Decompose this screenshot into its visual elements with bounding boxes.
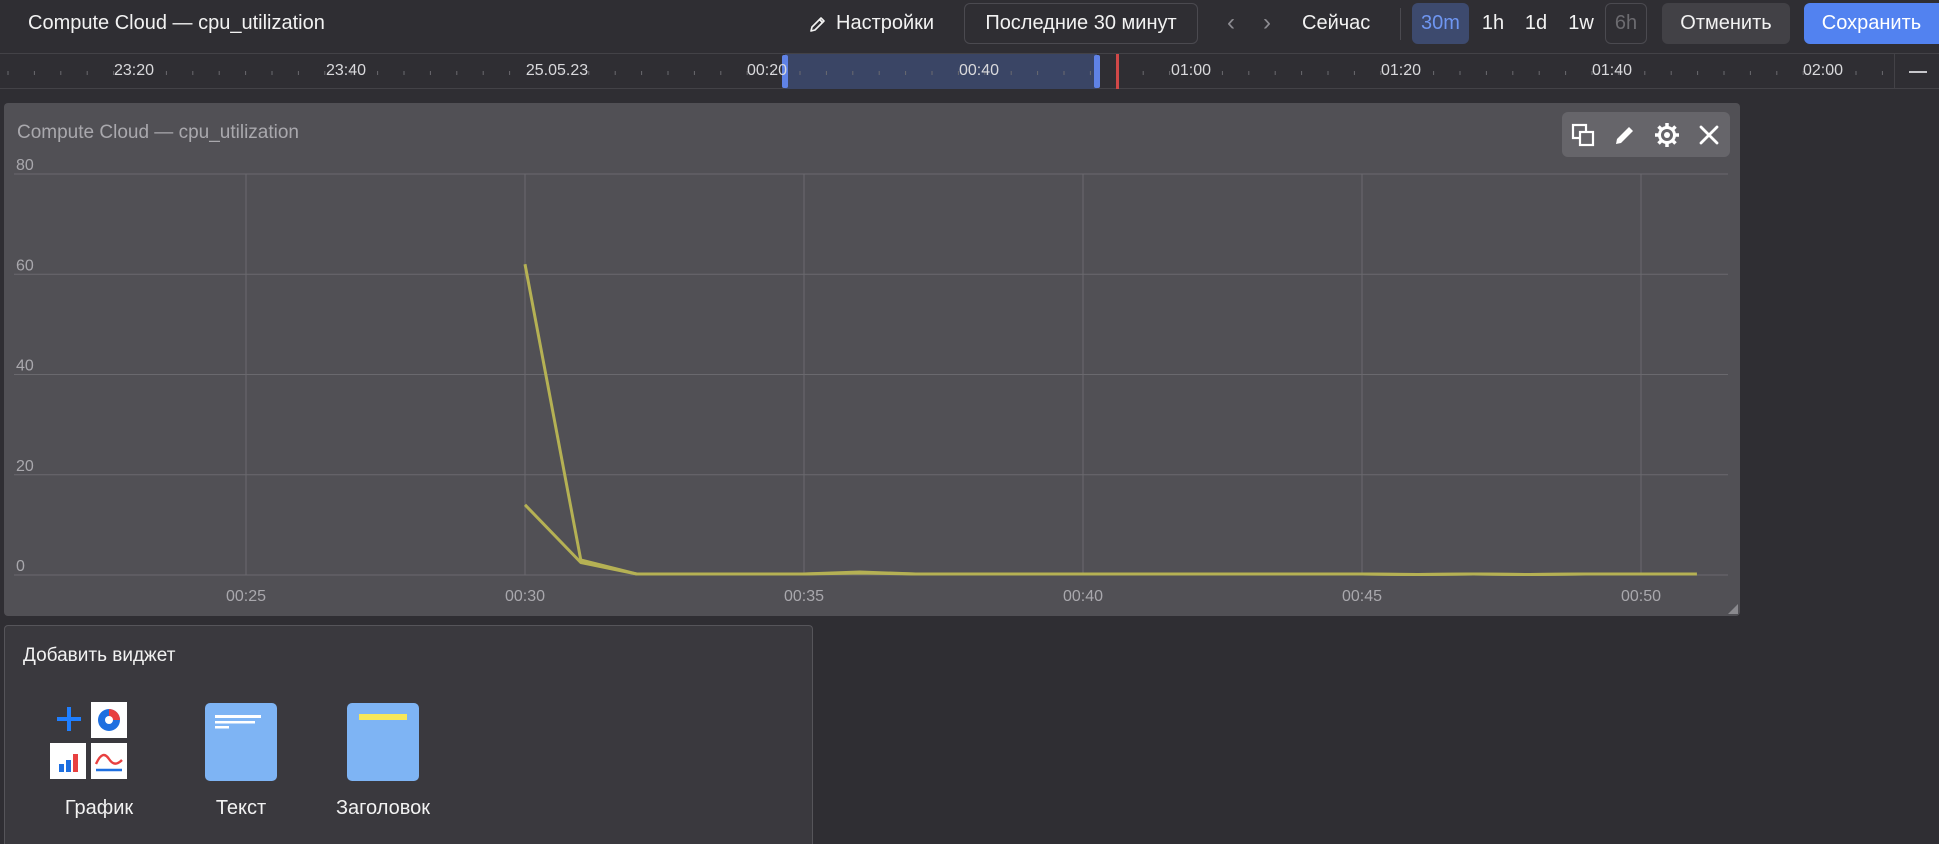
heading-widget-icon bbox=[347, 703, 419, 781]
bar-chart-icon bbox=[50, 743, 86, 779]
plus-icon bbox=[57, 707, 81, 731]
x-tick-label: 00:35 bbox=[784, 588, 824, 605]
remove-widget-button[interactable] bbox=[1694, 120, 1724, 150]
now-button[interactable]: Сейчас bbox=[1302, 12, 1370, 35]
line-chart-icon bbox=[91, 743, 127, 779]
timeline-end-handle[interactable] bbox=[1094, 55, 1100, 88]
gear-icon bbox=[1655, 122, 1679, 147]
time-range-label: Последние 30 минут bbox=[985, 12, 1177, 34]
x-tick-label: 00:40 bbox=[1063, 588, 1103, 605]
cancel-button[interactable]: Отменить bbox=[1662, 3, 1790, 44]
pencil-icon bbox=[810, 16, 825, 32]
timeline-label: 00:20 bbox=[746, 62, 788, 79]
edit-widget-button[interactable] bbox=[1610, 120, 1640, 150]
add-text-label: Текст bbox=[215, 797, 267, 819]
add-title-label: Заголовок bbox=[335, 797, 431, 819]
dashboard-title: Compute Cloud — cpu_utilization bbox=[28, 12, 325, 34]
resize-handle-icon[interactable] bbox=[1728, 604, 1738, 614]
y-tick-label: 40 bbox=[16, 358, 34, 375]
copy-widget-button[interactable] bbox=[1568, 120, 1598, 150]
timeline-label: 23:20 bbox=[113, 62, 155, 79]
widget-title: Compute Cloud — cpu_utilization bbox=[17, 122, 299, 143]
x-tick-label: 00:25 bbox=[226, 588, 266, 605]
copy-icon bbox=[1571, 123, 1595, 146]
settings-button[interactable]: Настройки bbox=[808, 12, 934, 35]
prev-period-button[interactable]: ‹ bbox=[1219, 10, 1243, 36]
series-line bbox=[523, 263, 1697, 576]
next-period-button[interactable]: › bbox=[1255, 10, 1279, 36]
scale-6h-button: 6h bbox=[1605, 3, 1647, 44]
top-bar: Compute Cloud — cpu_utilization Настройк… bbox=[0, 0, 1939, 53]
settings-label: Настройки bbox=[836, 12, 935, 34]
line-chart: 0 20 40 60 80 00:25 00:30 00:35 00:40 00:45 00:50 bbox=[14, 157, 1728, 605]
timeline-label: 00:40 bbox=[958, 62, 1000, 79]
x-tick-label: 00:30 bbox=[505, 588, 545, 605]
scale-30m-button[interactable]: 30m bbox=[1412, 3, 1469, 44]
save-button[interactable]: Сохранить bbox=[1804, 3, 1939, 44]
timeline-label: 23:40 bbox=[325, 62, 367, 79]
timeline-label: 01:40 bbox=[1591, 62, 1633, 79]
close-icon bbox=[1699, 125, 1719, 144]
y-tick-label: 0 bbox=[16, 558, 25, 575]
toolbar-divider bbox=[1400, 8, 1401, 40]
time-range-button[interactable]: Последние 30 минут bbox=[964, 3, 1198, 44]
text-widget-icon bbox=[205, 703, 277, 781]
widget-toolbar bbox=[1562, 112, 1730, 157]
add-widget-title: Добавить виджет bbox=[23, 645, 176, 666]
add-widget-panel: Добавить виджет График Текст Заголовок bbox=[4, 625, 813, 844]
timeline-label: 01:00 bbox=[1170, 62, 1212, 79]
scale-1h-button[interactable]: 1h bbox=[1476, 3, 1510, 44]
timeline-ruler[interactable]: 23:20 23:40 25.05.23 00:20 00:40 01:00 0… bbox=[0, 53, 1939, 89]
minus-icon bbox=[1909, 71, 1927, 73]
y-tick-label: 80 bbox=[16, 157, 34, 174]
add-chart-label: График bbox=[64, 797, 134, 819]
pencil-icon bbox=[1616, 126, 1633, 144]
scale-1w-button[interactable]: 1w bbox=[1563, 3, 1599, 44]
scale-1d-button[interactable]: 1d bbox=[1519, 3, 1553, 44]
timeline-label: 25.05.23 bbox=[525, 62, 589, 79]
pie-chart-icon bbox=[91, 702, 127, 738]
x-tick-label: 00:45 bbox=[1342, 588, 1382, 605]
timeline-label: 02:00 bbox=[1802, 62, 1844, 79]
chart-widget: 0 20 40 60 80 00:25 00:30 00:35 00:40 00:45 00:50 … bbox=[4, 103, 1740, 616]
series-line bbox=[523, 503, 1697, 576]
y-tick-label: 20 bbox=[16, 458, 34, 475]
y-tick-label: 60 bbox=[16, 257, 34, 274]
timeline-collapse-button[interactable] bbox=[1894, 54, 1939, 89]
widget-settings-button[interactable] bbox=[1652, 120, 1682, 150]
x-tick-label: 00:50 bbox=[1621, 588, 1661, 605]
timeline-label: 01:20 bbox=[1380, 62, 1422, 79]
chevron-left-icon: ‹ bbox=[1227, 9, 1235, 36]
chevron-right-icon: › bbox=[1263, 9, 1271, 36]
timeline-now-marker bbox=[1116, 54, 1119, 89]
